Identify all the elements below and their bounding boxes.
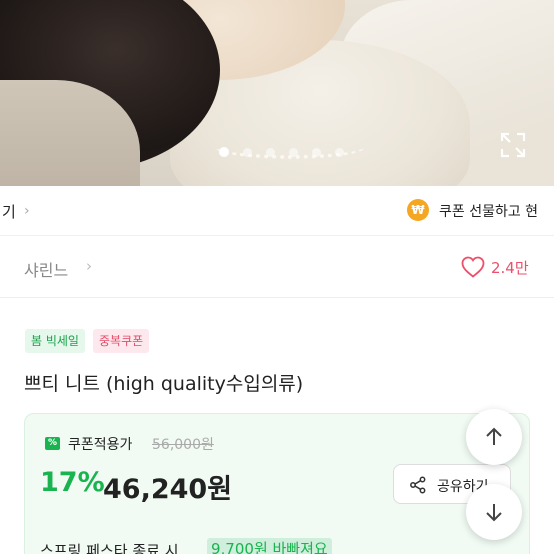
chevron-right-icon: › — [24, 203, 30, 219]
carousel-dot[interactable] — [219, 147, 229, 157]
share-icon — [410, 476, 426, 494]
expand-icon[interactable] — [500, 132, 526, 158]
coupon-gift-text[interactable]: 쿠폰 선물하고 현 — [439, 201, 538, 221]
promo-highlight: 9,700원 바빠져요 — [207, 538, 332, 554]
shop-row[interactable]: 샤린느 › 2.4만 — [0, 236, 554, 298]
carousel-dot[interactable] — [335, 147, 344, 157]
original-price: 56,000원 — [152, 437, 214, 453]
sale-tag: 봄 빅세일 — [25, 329, 85, 353]
coupon-price-label: 쿠폰적용가 — [68, 437, 133, 453]
discount-rate: 17% — [40, 467, 105, 498]
coupon-icon: % — [45, 437, 60, 450]
scroll-down-button[interactable] — [466, 484, 522, 540]
carousel-dot[interactable] — [266, 147, 275, 157]
arrow-down-icon — [486, 504, 502, 522]
product-image-carousel[interactable] — [0, 0, 554, 186]
heart-icon[interactable] — [461, 256, 485, 278]
coupon-tag: 중복쿠폰 — [93, 329, 150, 353]
carousel-dot[interactable] — [289, 147, 298, 157]
product-page: 기 › ₩ 쿠폰 선물하고 현 샤린느 › 2.4만 봄 빅세일 중복쿠폰 쁘티… — [0, 0, 554, 554]
carousel-dot[interactable] — [243, 147, 252, 157]
won-coupon-icon: ₩ — [407, 199, 429, 221]
scroll-up-button[interactable] — [466, 409, 522, 465]
strip-left-text: 기 — [2, 203, 16, 221]
promo-text: 스프링 페스타 종료 시 — [40, 542, 179, 554]
product-title: 쁘티 니트 (high quality수입의류) — [24, 373, 304, 395]
chevron-right-icon: › — [86, 257, 92, 275]
carousel-dots — [219, 147, 344, 157]
carousel-dot[interactable] — [312, 147, 321, 157]
like-count: 2.4만 — [491, 259, 529, 277]
final-price: 46,240원 — [103, 474, 233, 505]
shop-name[interactable]: 샤린느 — [24, 257, 68, 281]
arrow-up-icon — [486, 427, 502, 445]
